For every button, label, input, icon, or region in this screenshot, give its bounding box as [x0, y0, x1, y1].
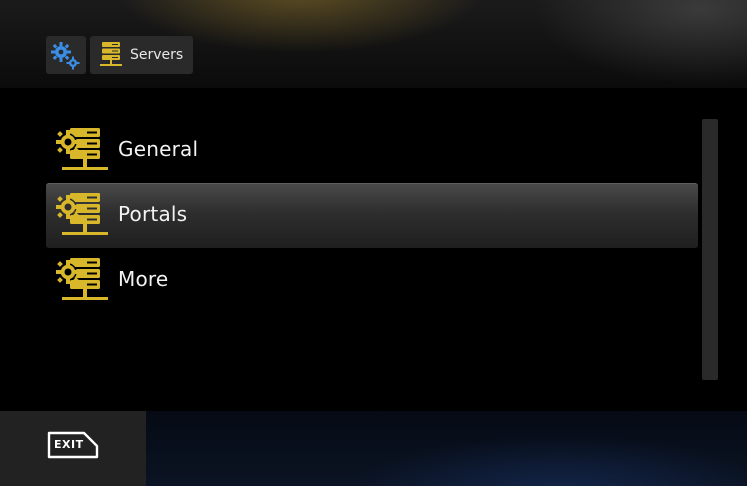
- menu-item-label: General: [118, 137, 199, 161]
- server-menu: General Portals More: [46, 118, 698, 313]
- menu-item-label: Portals: [118, 202, 188, 226]
- breadcrumb-servers-label: Servers: [130, 47, 184, 63]
- menu-item-more[interactable]: More: [46, 248, 698, 313]
- exit-label: EXIT: [54, 438, 84, 451]
- breadcrumb: Servers: [46, 36, 194, 74]
- server-gear-icon: [56, 193, 108, 235]
- server-icon: [100, 42, 122, 66]
- exit-panel[interactable]: EXIT: [0, 411, 146, 486]
- menu-item-label: More: [118, 267, 169, 291]
- screen: Servers General Portals More EXIT: [0, 0, 747, 486]
- server-gear-icon: [56, 128, 108, 170]
- breadcrumb-servers[interactable]: Servers: [90, 36, 194, 74]
- gears-icon: [51, 42, 80, 70]
- breadcrumb-settings[interactable]: [46, 36, 86, 74]
- menu-scrollbar[interactable]: [702, 119, 718, 380]
- server-gear-icon: [56, 258, 108, 300]
- menu-item-general[interactable]: General: [46, 118, 698, 183]
- menu-item-portals[interactable]: Portals: [46, 183, 698, 248]
